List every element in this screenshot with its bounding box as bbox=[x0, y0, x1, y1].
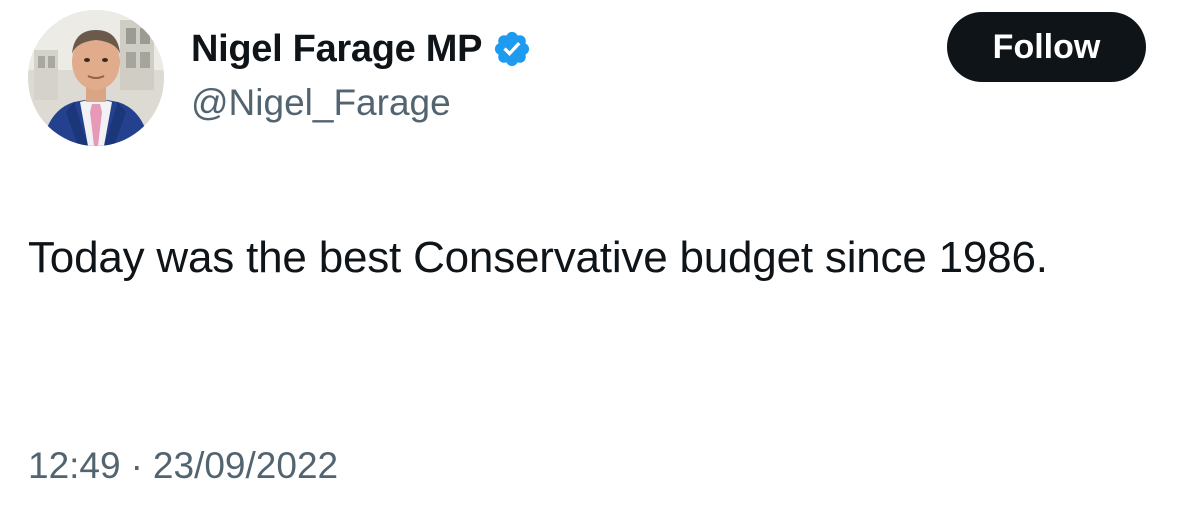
avatar[interactable] bbox=[28, 10, 164, 146]
display-name[interactable]: Nigel Farage MP bbox=[191, 30, 482, 68]
author-handle[interactable]: @Nigel_Farage bbox=[191, 84, 451, 121]
tweet-date: 23/09/2022 bbox=[152, 445, 339, 486]
tweet-time: 12:49 bbox=[28, 445, 121, 486]
tweet-text: Today was the best Conservative budget s… bbox=[28, 233, 1048, 282]
author-name-row: Nigel Farage MP bbox=[191, 24, 532, 74]
meta-separator: · bbox=[130, 445, 143, 486]
profile-photo-icon bbox=[28, 10, 164, 146]
tweet-card: Nigel Farage MP @Nigel_Farage Follow Tod… bbox=[0, 0, 1200, 519]
verified-badge-icon bbox=[492, 29, 532, 69]
follow-button[interactable]: Follow bbox=[947, 12, 1146, 82]
tweet-timestamp[interactable]: 12:49 · 23/09/2022 bbox=[28, 447, 338, 484]
